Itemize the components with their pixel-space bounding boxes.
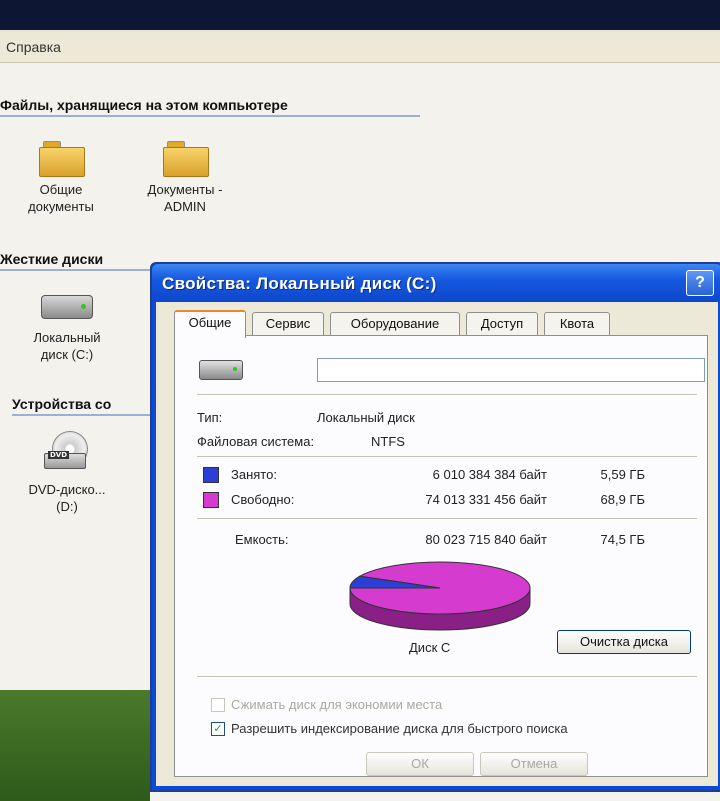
menu-help[interactable]: Справка bbox=[6, 39, 61, 55]
tab-sharing[interactable]: Доступ bbox=[466, 312, 538, 335]
drive-label: диск (C:) bbox=[40, 347, 94, 362]
disk-label: Диск C bbox=[409, 640, 451, 655]
separator bbox=[197, 676, 697, 678]
capacity-size: 74,5 ГБ bbox=[600, 532, 645, 547]
folder-label: Общие bbox=[39, 182, 83, 197]
used-space-swatch bbox=[203, 467, 219, 483]
dvd-drive-icon: DVD bbox=[44, 431, 90, 477]
help-button[interactable]: ? bbox=[686, 270, 714, 296]
compress-label: Сжимать диск для экономии места bbox=[231, 697, 443, 712]
free-space-swatch bbox=[203, 492, 219, 508]
drive-label: DVD-диско... bbox=[28, 482, 106, 497]
free-label: Свободно: bbox=[231, 492, 295, 507]
group-header-devices: Устройства со bbox=[12, 396, 150, 416]
tab-quota[interactable]: Квота bbox=[544, 312, 610, 335]
group-header-hard-disks: Жесткие диски bbox=[0, 251, 150, 271]
disk-usage-pie bbox=[345, 558, 535, 638]
dialog-title: Свойства: Локальный диск (C:) bbox=[162, 274, 437, 293]
type-label: Тип: bbox=[197, 410, 223, 425]
hard-disk-icon bbox=[199, 360, 243, 380]
properties-dialog: Свойства: Локальный диск (C:) ? Общие Се… bbox=[150, 262, 720, 792]
local-disk-c[interactable]: Локальный диск (C:) bbox=[2, 295, 132, 363]
folder-shared-documents[interactable]: Общие документы bbox=[6, 141, 116, 215]
group-header-files: Файлы, хранящиеся на этом компьютере bbox=[0, 97, 420, 117]
filesystem-label: Файловая система: bbox=[197, 434, 315, 449]
capacity-label: Емкость: bbox=[235, 532, 289, 547]
general-tab-panel: Тип: Локальный диск Файловая система: NT… bbox=[174, 335, 708, 777]
free-size: 68,9 ГБ bbox=[600, 492, 645, 507]
used-label: Занято: bbox=[231, 467, 277, 482]
separator bbox=[197, 518, 697, 520]
folder-icon bbox=[163, 141, 209, 177]
drive-label: Локальный bbox=[33, 330, 101, 345]
filesystem-value: NTFS bbox=[371, 434, 405, 449]
folder-label: ADMIN bbox=[164, 199, 206, 214]
separator bbox=[197, 456, 697, 458]
dialog-body: Общие Сервис Оборудование Доступ Квота Т… bbox=[156, 302, 718, 786]
cancel-button[interactable]: Отмена bbox=[480, 752, 588, 776]
compress-checkbox[interactable] bbox=[211, 698, 225, 712]
capacity-bytes: 80 023 715 840 байт bbox=[425, 532, 547, 547]
used-bytes: 6 010 384 384 байт bbox=[432, 467, 547, 482]
tab-general[interactable]: Общие bbox=[174, 310, 246, 338]
volume-name-input[interactable] bbox=[317, 358, 705, 382]
hard-disk-icon bbox=[41, 295, 93, 319]
drive-label: (D:) bbox=[56, 499, 78, 514]
menu-bar: Справка bbox=[0, 32, 720, 63]
desktop-background bbox=[0, 690, 150, 801]
tab-tools[interactable]: Сервис bbox=[252, 312, 324, 335]
folder-label: документы bbox=[28, 199, 94, 214]
type-value: Локальный диск bbox=[317, 410, 415, 425]
used-size: 5,59 ГБ bbox=[600, 467, 645, 482]
folder-icon bbox=[39, 141, 85, 177]
dialog-titlebar[interactable]: Свойства: Локальный диск (C:) ? bbox=[152, 264, 720, 302]
folder-admin-documents[interactable]: Документы - ADMIN bbox=[130, 141, 240, 215]
folder-label: Документы - bbox=[147, 182, 223, 197]
index-checkbox[interactable]: ✓ bbox=[211, 722, 225, 736]
dvd-drive-d[interactable]: DVD DVD-диско... (D:) bbox=[2, 431, 132, 515]
tab-hardware[interactable]: Оборудование bbox=[330, 312, 460, 335]
ok-button[interactable]: ОК bbox=[366, 752, 474, 776]
disk-cleanup-button[interactable]: Очистка диска bbox=[557, 630, 691, 654]
index-label: Разрешить индексирование диска для быстр… bbox=[231, 721, 568, 736]
free-bytes: 74 013 331 456 байт bbox=[425, 492, 547, 507]
separator bbox=[197, 394, 697, 396]
